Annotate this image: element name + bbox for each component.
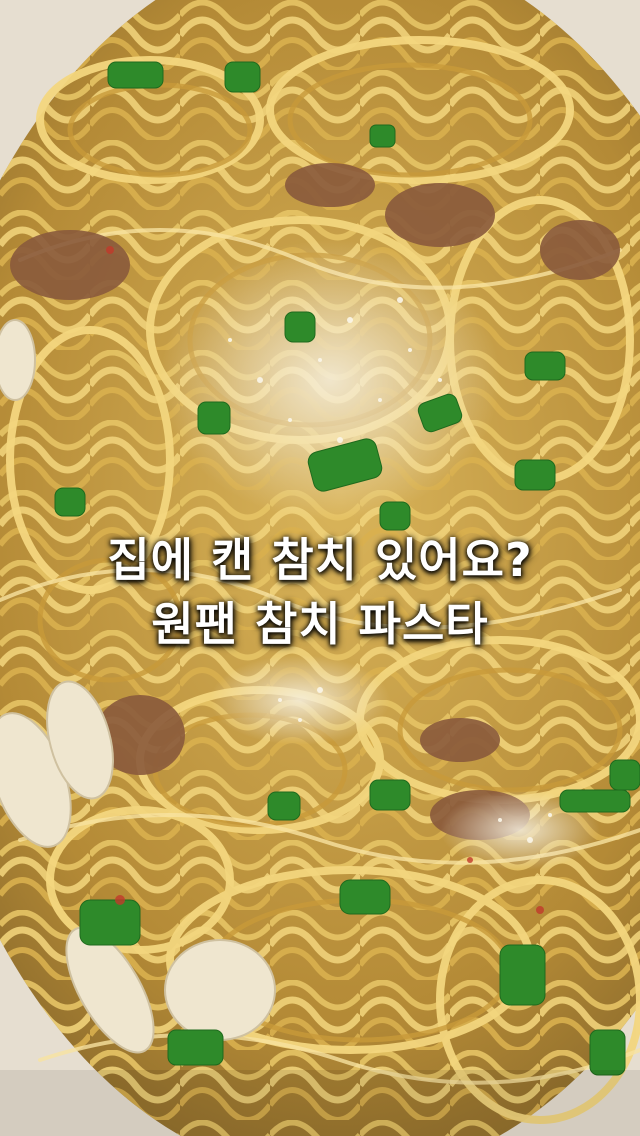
caption-line-2: 원팬 참치 파스타 — [151, 597, 489, 651]
caption-line-1: 집에 캔 참치 있어요? — [107, 533, 533, 587]
video-frame: 집에 캔 참치 있어요? 원팬 참치 파스타 — [0, 0, 640, 1136]
video-caption: 집에 캔 참치 있어요? 원팬 참치 파스타 — [0, 528, 640, 656]
